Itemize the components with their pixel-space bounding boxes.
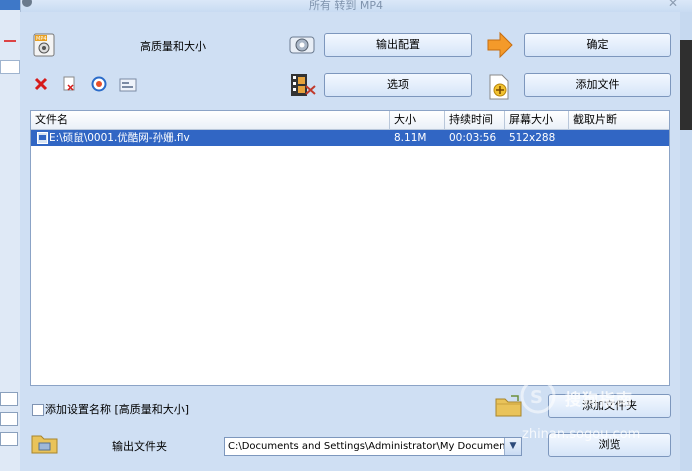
output-path-select[interactable]: C:\Documents and Settings\Administrator\… xyxy=(224,437,522,456)
row-size: 8.11M xyxy=(394,132,427,144)
file-list[interactable]: 文件名 大小 持续时间 屏幕大小 截取片断 E:\硕鼠\0001.优酷网-孙姗.… xyxy=(30,110,670,386)
quality-profile-label: 高质量和大小 xyxy=(140,40,206,53)
folder-icon xyxy=(31,435,58,454)
delete-icon[interactable] xyxy=(34,77,48,91)
output-config-button[interactable]: 输出配置 xyxy=(324,33,472,57)
background-tab xyxy=(0,0,20,10)
column-header-duration[interactable]: 持续时间 xyxy=(445,111,505,129)
row-filename: E:\硕鼠\0001.优酷网-孙姗.flv xyxy=(49,132,190,144)
title-bar: 所有 转到 MP4 ✕ xyxy=(0,0,692,12)
arrow-right-icon xyxy=(487,31,513,59)
clear-icon[interactable] xyxy=(62,76,76,92)
close-icon[interactable]: ✕ xyxy=(668,0,678,10)
watermark-text: 搜狗指南 xyxy=(565,390,634,409)
play-icon[interactable] xyxy=(91,76,107,92)
background-control xyxy=(0,432,18,446)
mp4-device-icon: MP4 xyxy=(33,33,55,57)
column-header-screen-size[interactable]: 屏幕大小 xyxy=(505,111,569,129)
svg-text:MP4: MP4 xyxy=(36,36,47,42)
watermark-url: zhinan.sogou.com xyxy=(522,427,641,442)
row-screen-size: 512x288 xyxy=(509,132,556,144)
settings-gear-icon[interactable] xyxy=(288,33,316,57)
output-path-value: C:\Documents and Settings\Administrator\… xyxy=(228,441,504,452)
background-window-left xyxy=(0,0,21,471)
svg-text:S: S xyxy=(530,387,543,408)
column-header-size[interactable]: 大小 xyxy=(390,111,445,129)
window-title: 所有 转到 MP4 xyxy=(308,0,384,12)
ok-button[interactable]: 确定 xyxy=(524,33,671,57)
add-document-icon[interactable] xyxy=(487,73,511,101)
background-control xyxy=(0,392,18,406)
chevron-down-icon[interactable]: ▼ xyxy=(504,438,521,455)
add-setting-label: 添加设置名称 [高质量和大小] xyxy=(45,403,190,416)
background-marker xyxy=(4,40,16,42)
options-button[interactable]: 选项 xyxy=(324,73,472,97)
table-row[interactable]: E:\硕鼠\0001.优酷网-孙姗.flv 8.11M 00:03:56 512… xyxy=(31,130,669,146)
video-clip-icon[interactable] xyxy=(289,72,317,98)
row-clip xyxy=(569,130,669,146)
info-icon[interactable] xyxy=(119,78,137,92)
column-header-clip[interactable]: 截取片断 xyxy=(569,111,669,129)
background-window-right xyxy=(680,40,692,130)
output-folder-label: 输出文件夹 xyxy=(112,440,167,453)
background-field xyxy=(0,60,20,74)
background-control xyxy=(0,412,18,426)
add-file-button[interactable]: 添加文件 xyxy=(524,73,671,97)
column-header-filename[interactable]: 文件名 xyxy=(31,111,390,129)
file-list-header: 文件名 大小 持续时间 屏幕大小 截取片断 xyxy=(31,111,669,130)
row-duration: 00:03:56 xyxy=(449,132,497,144)
add-setting-checkbox[interactable] xyxy=(32,404,44,416)
